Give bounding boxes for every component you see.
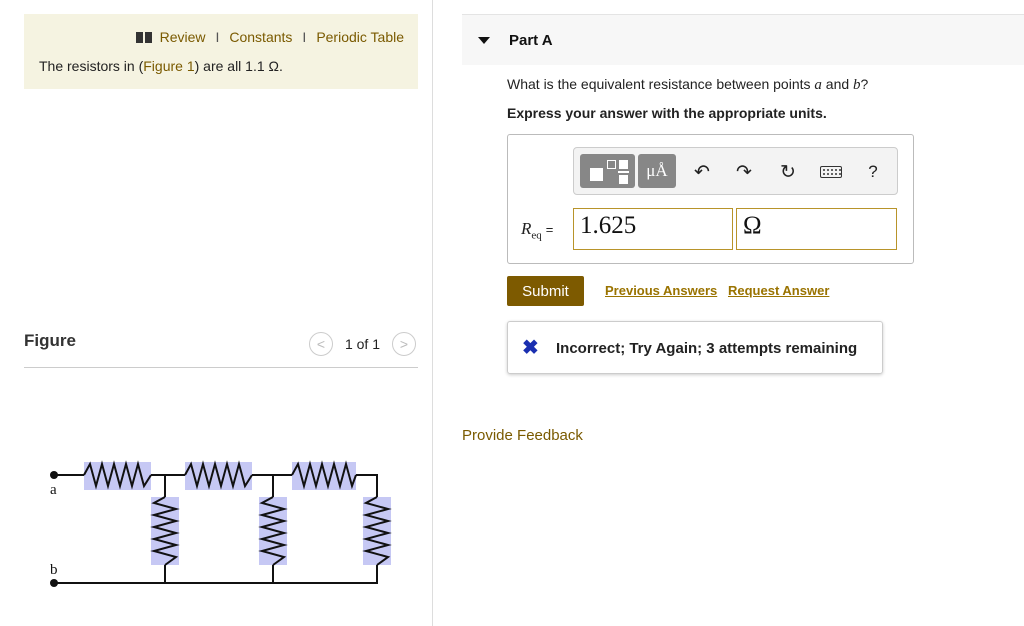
statement-text-start: The resistors in ( (39, 58, 144, 74)
answer-value-input[interactable]: 1.625 (573, 208, 733, 250)
templates-button[interactable] (580, 154, 635, 188)
reset-icon: ↻ (780, 161, 796, 183)
collapse-triangle-icon[interactable] (478, 37, 490, 44)
answer-unit-input[interactable]: Ω (736, 208, 897, 250)
answer-instruction: Express your answer with the appropriate… (507, 105, 827, 121)
circuit-wires (164, 475, 274, 583)
link-separator: I (215, 29, 220, 45)
answer-label: Req = (521, 219, 553, 241)
periodic-table-link[interactable]: Periodic Table (316, 29, 404, 45)
resistor-series-3 (291, 460, 357, 490)
undo-button[interactable]: ↶ (691, 160, 713, 184)
answer-label-equals: = (545, 222, 554, 237)
terminal-a-label: a (50, 482, 57, 498)
question-text: What is the equivalent resistance betwee… (507, 76, 868, 94)
keyboard-button[interactable] (820, 160, 842, 184)
provide-feedback-link[interactable]: Provide Feedback (462, 427, 583, 444)
next-figure-button[interactable]: > (392, 332, 416, 356)
undo-icon: ↶ (694, 161, 710, 183)
resistor-shunt-1 (150, 496, 180, 566)
point-a: a (814, 77, 822, 93)
column-divider (432, 0, 433, 626)
resistor-shunt-2 (258, 496, 288, 566)
previous-answers-link[interactable]: Previous Answers (605, 283, 717, 298)
answer-panel: μÅ ↶ ↷ ↻ ? Req = 1.625 Ω (507, 134, 914, 264)
info-panel: Review I Constants I Periodic Table The … (24, 14, 418, 89)
figure-link[interactable]: Figure 1 (143, 58, 194, 74)
redo-button[interactable]: ↷ (733, 160, 755, 184)
link-separator: I (302, 29, 307, 45)
figure-header: Figure < 1 of 1 > (24, 329, 418, 368)
question-text-end: ? (860, 76, 869, 92)
chevron-right-icon: > (399, 336, 409, 352)
help-button[interactable]: ? (862, 160, 884, 184)
constants-link[interactable]: Constants (229, 29, 292, 45)
statement-text-end: ) are all 1.1 Ω. (194, 58, 283, 74)
review-link[interactable]: Review (160, 29, 206, 45)
redo-icon: ↷ (736, 161, 752, 183)
keyboard-icon (820, 166, 842, 178)
part-title: Part A (509, 32, 553, 49)
question-text-mid: and (821, 76, 854, 92)
prev-figure-button[interactable]: < (308, 332, 333, 356)
book-icon (135, 31, 152, 43)
problem-statement: The resistors in (Figure 1) are all 1.1 … (39, 58, 283, 74)
terminal-b-label: b (50, 562, 58, 578)
submit-button[interactable]: Submit (507, 276, 584, 306)
resistor-series-2 (184, 460, 253, 490)
circuit-wires (54, 474, 378, 584)
resistor-series-1 (83, 460, 152, 490)
chevron-left-icon: < (316, 336, 326, 352)
terminal-b (50, 579, 58, 587)
circuit-diagram: a b (50, 460, 392, 587)
answer-label-symbol: R (521, 219, 532, 238)
resource-links: Review I Constants I Periodic Table (135, 29, 404, 45)
figure-pager: < 1 of 1 > (308, 332, 416, 356)
help-icon: ? (868, 162, 878, 181)
reset-button[interactable]: ↻ (777, 160, 799, 184)
answer-label-subscript: eq (531, 229, 542, 242)
resistor-shunt-3 (362, 496, 392, 566)
figure-title: Figure (24, 331, 76, 350)
math-toolbar: μÅ ↶ ↷ ↻ ? (573, 147, 898, 195)
units-button[interactable]: μÅ (638, 154, 676, 188)
part-header: Part A (462, 14, 1024, 65)
units-icon: μÅ (646, 161, 668, 180)
question-text-start: What is the equivalent resistance betwee… (507, 76, 815, 92)
feedback-text: Incorrect; Try Again; 3 attempts remaini… (556, 340, 858, 357)
point-b: b (853, 77, 861, 93)
request-answer-link[interactable]: Request Answer (728, 283, 829, 298)
terminal-a (50, 471, 58, 479)
figure-page-indicator: 1 of 1 (344, 336, 380, 352)
incorrect-x-icon: ✖ (522, 337, 539, 359)
feedback-message: ✖ Incorrect; Try Again; 3 attempts remai… (507, 321, 883, 374)
